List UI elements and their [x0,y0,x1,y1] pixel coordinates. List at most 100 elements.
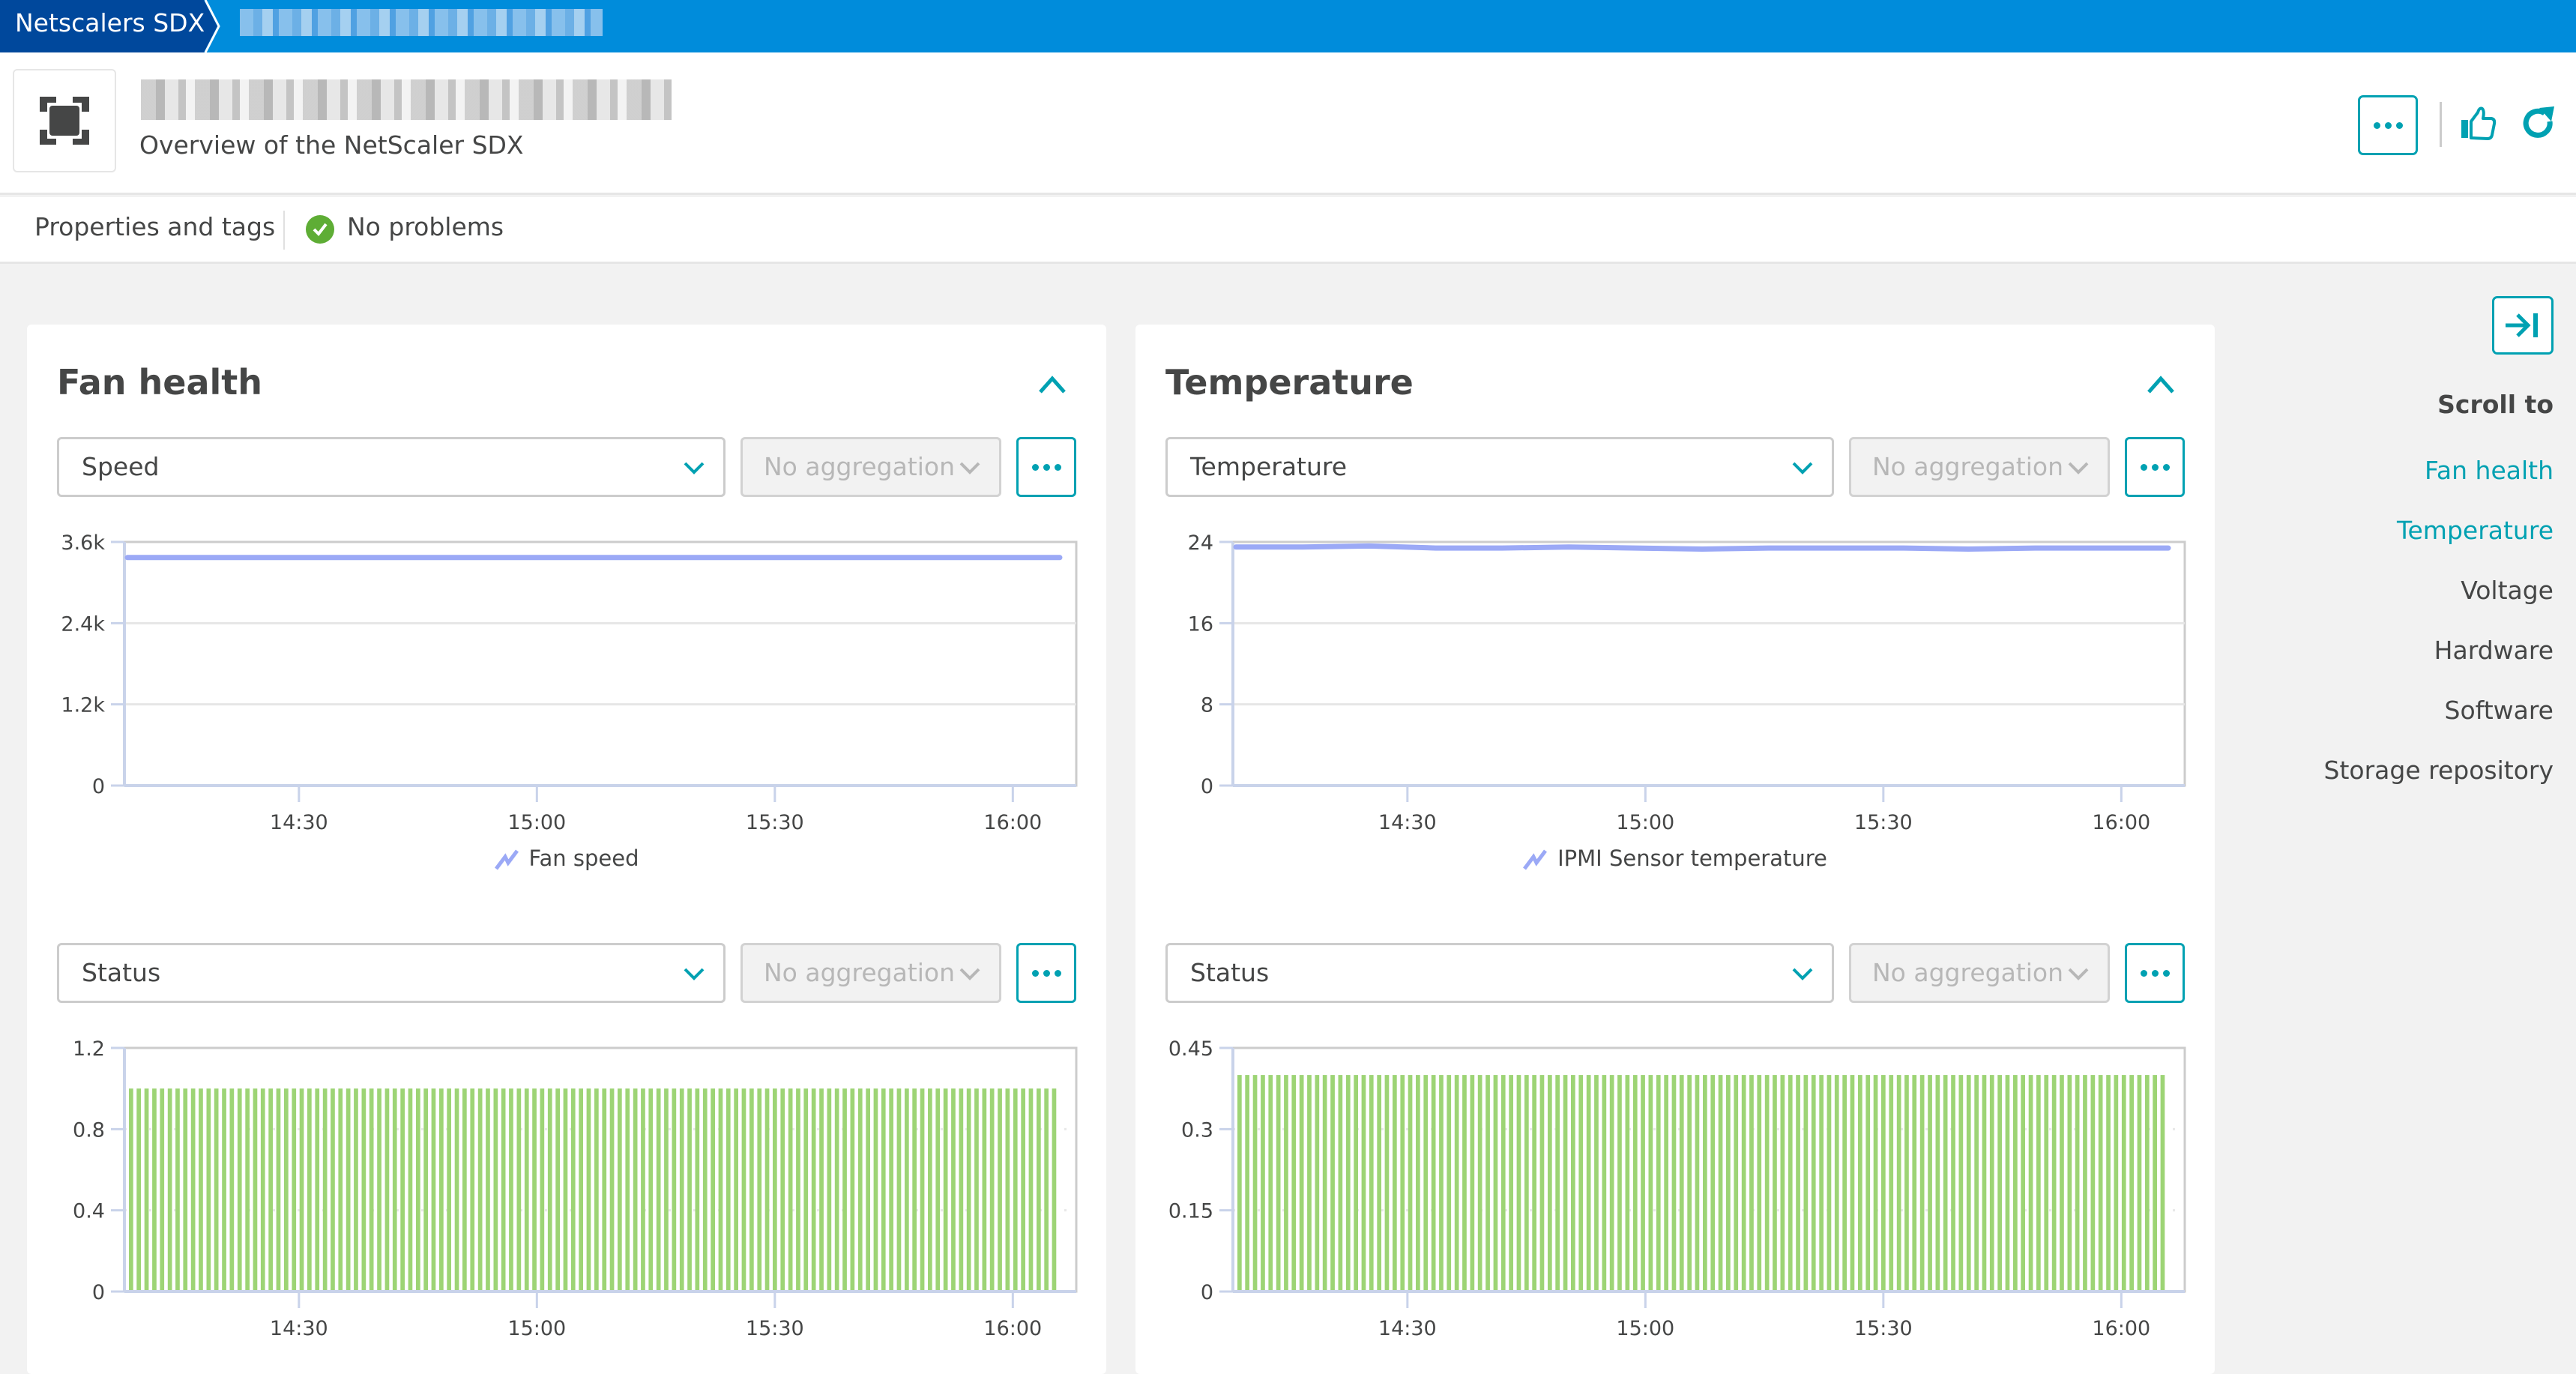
status-bar[interactable] [625,1088,630,1290]
status-bar[interactable] [1377,1075,1381,1290]
status-bar[interactable] [431,1088,436,1290]
status-bar[interactable] [1291,1075,1297,1290]
status-bar[interactable] [315,1088,320,1290]
status-bar[interactable] [175,1088,180,1290]
status-bar[interactable] [1703,1075,1707,1290]
no-problems-link[interactable]: No problems [347,212,504,241]
status-bar[interactable] [1997,1075,2002,1290]
status-bar[interactable] [361,1088,367,1290]
status-bar[interactable] [695,1088,700,1290]
status-bar[interactable] [199,1088,203,1290]
status-bar[interactable] [369,1088,374,1290]
status-bar[interactable] [229,1088,235,1290]
status-bar[interactable] [1710,1075,1716,1290]
status-bar[interactable] [1989,1075,1994,1290]
status-bar[interactable] [237,1088,242,1290]
status-bar[interactable] [1361,1075,1366,1290]
status-bar[interactable] [1284,1075,1288,1290]
status-bar[interactable] [2044,1075,2049,1290]
status-bar[interactable] [400,1088,405,1290]
collapse-sidebar-button[interactable] [2492,296,2554,355]
status-bar[interactable] [2075,1075,2080,1290]
status-bar[interactable] [253,1088,258,1290]
status-bar[interactable] [1400,1075,1405,1290]
status-bar[interactable] [1315,1075,1320,1290]
status-bar[interactable] [1345,1075,1351,1290]
scroll-to-item[interactable]: Voltage [2324,561,2554,621]
status-bar[interactable] [1477,1075,1482,1290]
status-bar[interactable] [1679,1075,1684,1290]
status-bar[interactable] [299,1088,304,1290]
status-bar[interactable] [570,1088,576,1290]
status-bar[interactable] [509,1088,513,1290]
scroll-to-item[interactable]: Software [2324,681,2554,741]
status-bar[interactable] [214,1088,219,1290]
metric-select[interactable]: Speed [57,437,726,497]
properties-and-tags-link[interactable]: Properties and tags [34,212,275,241]
status-bar[interactable] [1788,1075,1793,1290]
status-bar[interactable] [1268,1075,1273,1290]
status-bar[interactable] [959,1088,964,1290]
status-bar[interactable] [2145,1075,2150,1290]
status-bar[interactable] [1470,1075,1475,1290]
status-bar[interactable] [912,1088,917,1290]
status-bar[interactable] [2090,1075,2096,1290]
status-bar[interactable] [268,1088,273,1290]
status-bar[interactable] [1447,1075,1452,1290]
status-bar[interactable] [780,1088,785,1290]
status-bar[interactable] [951,1088,956,1290]
status-bar[interactable] [1252,1075,1258,1290]
status-bar[interactable] [1734,1075,1739,1290]
status-bar[interactable] [1485,1075,1490,1290]
status-bar[interactable] [1330,1075,1335,1290]
status-bar[interactable] [1237,1075,1242,1290]
status-bar[interactable] [1416,1075,1420,1290]
status-bar[interactable] [524,1088,529,1290]
status-bar[interactable] [1951,1075,1955,1290]
status-bar[interactable] [547,1088,552,1290]
status-bar[interactable] [803,1088,809,1290]
status-bar[interactable] [555,1088,560,1290]
status-bar[interactable] [2060,1075,2064,1290]
status-bar[interactable] [1827,1075,1832,1290]
status-bar[interactable] [1896,1075,1901,1290]
status-bar[interactable] [2114,1075,2119,1290]
aggregation-select[interactable]: No aggregation [1849,437,2110,497]
status-bar[interactable] [346,1088,351,1290]
status-bar[interactable] [873,1088,878,1290]
status-bar[interactable] [260,1088,265,1290]
status-bar[interactable] [1741,1075,1746,1290]
status-bar[interactable] [1555,1075,1560,1290]
status-bar[interactable] [2129,1075,2134,1290]
status-bar[interactable] [206,1088,211,1290]
refresh-icon[interactable] [2520,105,2557,142]
status-bar[interactable] [679,1088,684,1290]
status-bar[interactable] [656,1088,661,1290]
status-bar[interactable] [493,1088,498,1290]
status-bar[interactable] [1773,1075,1777,1290]
status-bar[interactable] [1641,1075,1645,1290]
status-bar[interactable] [1369,1075,1374,1290]
chart-more-button[interactable] [1016,437,1076,497]
status-bar[interactable] [1834,1075,1839,1290]
status-bar[interactable] [167,1088,172,1290]
status-bar[interactable] [160,1088,165,1290]
status-bar[interactable] [307,1088,312,1290]
status-bar[interactable] [594,1088,599,1290]
status-bar[interactable] [609,1088,615,1290]
status-bar[interactable] [857,1088,863,1290]
status-bar[interactable] [1532,1075,1536,1290]
status-bar[interactable] [796,1088,800,1290]
status-bar[interactable] [2051,1075,2057,1290]
status-bar[interactable] [633,1088,638,1290]
status-bar[interactable] [1493,1075,1498,1290]
status-bar[interactable] [1609,1075,1614,1290]
status-bar[interactable] [1524,1075,1529,1290]
status-bar[interactable] [1664,1075,1668,1290]
status-bar[interactable] [1578,1075,1584,1290]
status-bar[interactable] [943,1088,948,1290]
status-bar[interactable] [322,1088,328,1290]
status-bar[interactable] [454,1088,459,1290]
status-bar[interactable] [292,1088,297,1290]
status-bar[interactable] [1889,1075,1894,1290]
